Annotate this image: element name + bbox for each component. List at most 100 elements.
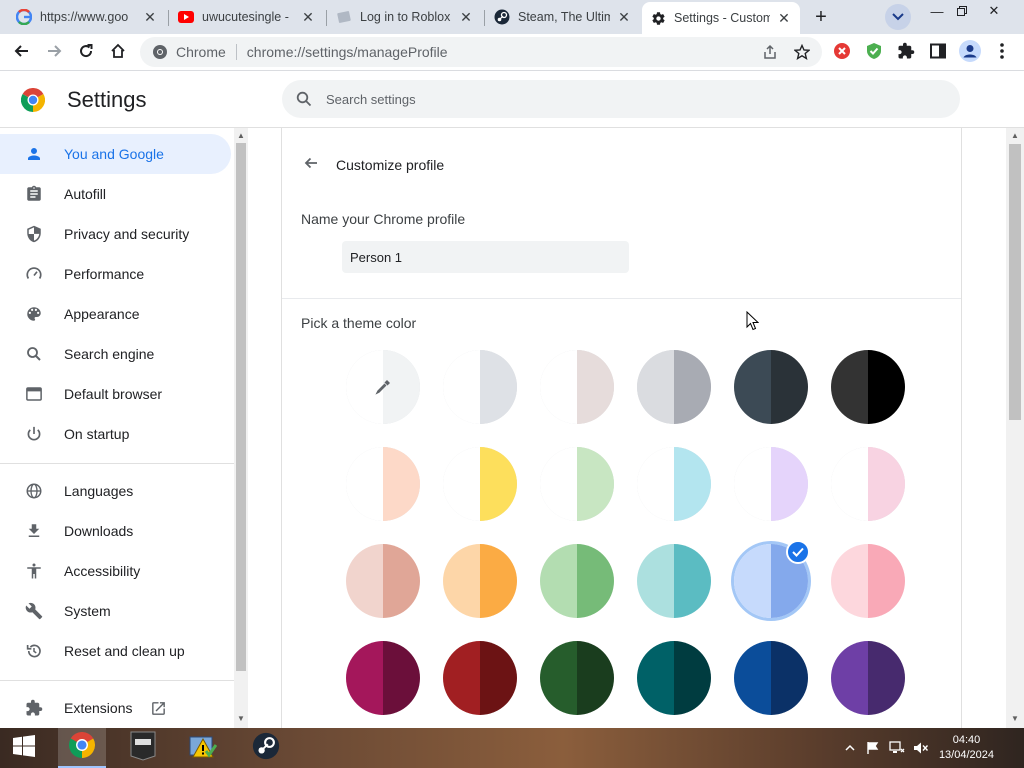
taskbar-steam[interactable]: [242, 728, 290, 768]
swatch-left-half: [831, 350, 868, 424]
steam-icon: [252, 732, 280, 765]
theme-color-swatch[interactable]: [637, 641, 711, 715]
sidebar-item-system[interactable]: System: [0, 591, 231, 631]
sidebar-item-performance[interactable]: Performance: [0, 254, 231, 294]
sidebar-item-label: You and Google: [64, 146, 164, 162]
sidebar-item-default-browser[interactable]: Default browser: [0, 374, 231, 414]
close-icon[interactable]: ✕: [776, 10, 792, 26]
back-button[interactable]: [9, 40, 35, 66]
speaker-muted-icon[interactable]: [913, 740, 929, 756]
sidebar-item-label: System: [64, 603, 111, 619]
sidebar-item-privacy-and-security[interactable]: Privacy and security: [0, 214, 231, 254]
profile-name-input[interactable]: [342, 241, 629, 273]
theme-color-swatch[interactable]: [831, 544, 905, 618]
theme-color-swatch[interactable]: [637, 447, 711, 521]
theme-color-swatch[interactable]: [540, 641, 614, 715]
extensions-button[interactable]: [893, 40, 919, 66]
sidebar-item-extensions[interactable]: Extensions: [0, 688, 231, 728]
forward-button[interactable]: [41, 40, 67, 66]
scroll-up-arrow-icon[interactable]: ▲: [1008, 131, 1022, 140]
taskbar-epic-games[interactable]: [119, 728, 167, 768]
network-icon[interactable]: [889, 740, 905, 756]
theme-color-swatch[interactable]: [346, 544, 420, 618]
page-scroll-thumb[interactable]: [1009, 144, 1021, 420]
sidebar-item-accessibility[interactable]: Accessibility: [0, 551, 231, 591]
side-panel-button[interactable]: [925, 40, 951, 66]
restore-button[interactable]: [947, 0, 977, 22]
theme-color-swatch[interactable]: [637, 350, 711, 424]
new-tab-button[interactable]: +: [808, 5, 834, 29]
tab-settings[interactable]: Settings - Custom ✕: [642, 2, 800, 34]
wrench-icon: [24, 601, 44, 621]
scroll-down-arrow-icon[interactable]: ▼: [234, 714, 248, 723]
swatch-left-half: [540, 350, 577, 424]
theme-color-swatch[interactable]: [540, 350, 614, 424]
sidebar-item-languages[interactable]: Languages: [0, 471, 231, 511]
close-window-button[interactable]: ✕: [979, 0, 1009, 22]
kebab-menu-icon: [1000, 42, 1004, 64]
theme-color-swatch[interactable]: [540, 447, 614, 521]
theme-color-swatch[interactable]: [734, 447, 808, 521]
home-button[interactable]: [105, 40, 131, 66]
scroll-down-arrow-icon[interactable]: ▼: [1008, 714, 1022, 723]
bookmark-star-icon[interactable]: [792, 42, 812, 62]
extension-shield-button[interactable]: [861, 40, 887, 66]
sidebar-scroll-thumb[interactable]: [236, 143, 246, 671]
reload-button[interactable]: [73, 40, 99, 66]
sidebar-item-appearance[interactable]: Appearance: [0, 294, 231, 334]
taskbar-chrome[interactable]: [58, 728, 106, 768]
chevron-up-icon[interactable]: [842, 740, 858, 756]
chevron-down-icon: [892, 8, 904, 26]
theme-color-swatch[interactable]: [831, 447, 905, 521]
extension-blocker-button[interactable]: [829, 40, 855, 66]
custom-color-picker-swatch[interactable]: [346, 350, 420, 424]
flag-icon[interactable]: [865, 740, 881, 756]
theme-color-swatch[interactable]: [346, 447, 420, 521]
theme-color-swatch[interactable]: [443, 350, 517, 424]
close-icon[interactable]: ✕: [458, 9, 474, 25]
shield-icon: [24, 224, 44, 244]
search-input[interactable]: [326, 91, 926, 107]
theme-color-swatch[interactable]: [540, 544, 614, 618]
tab-steam[interactable]: Steam, The Ultim ✕: [486, 3, 640, 31]
share-icon[interactable]: [760, 42, 780, 62]
theme-color-swatch[interactable]: [734, 350, 808, 424]
close-icon[interactable]: ✕: [142, 9, 158, 25]
back-arrow-button[interactable]: [296, 150, 326, 180]
theme-color-swatch[interactable]: [831, 350, 905, 424]
sidebar-item-autofill[interactable]: Autofill: [0, 174, 231, 214]
settings-search[interactable]: [282, 80, 960, 118]
system-clock[interactable]: 04:40 13/04/2024: [939, 733, 994, 763]
address-bar[interactable]: Chrome chrome://settings/manageProfile: [140, 37, 822, 67]
close-icon[interactable]: ✕: [300, 9, 316, 25]
theme-color-swatch[interactable]: [734, 641, 808, 715]
tab-google[interactable]: https://www.goo ✕: [8, 3, 166, 31]
theme-color-swatch[interactable]: [443, 641, 517, 715]
clock-date: 13/04/2024: [938, 749, 994, 761]
sidebar-item-reset-and-clean-up[interactable]: Reset and clean up: [0, 631, 231, 671]
sidebar-item-search-engine[interactable]: Search engine: [0, 334, 231, 374]
tab-roblox[interactable]: Log in to Roblox ✕: [328, 3, 482, 31]
theme-color-swatch[interactable]: [831, 641, 905, 715]
swatch-right-half: [577, 350, 614, 424]
sidebar-item-downloads[interactable]: Downloads: [0, 511, 231, 551]
theme-color-swatch[interactable]: [346, 641, 420, 715]
theme-color-swatch[interactable]: [637, 544, 711, 618]
menu-button[interactable]: [989, 40, 1015, 66]
swatch-right-half: [383, 641, 420, 715]
settings-header: Settings: [0, 71, 1024, 128]
tab-search-button[interactable]: [885, 4, 911, 30]
tab-strip: https://www.goo ✕ uwucutesingle - ✕ Log …: [0, 0, 1024, 34]
taskbar-app-warning[interactable]: [179, 728, 227, 768]
sidebar-item-label: Downloads: [64, 523, 134, 539]
sidebar-item-label: Languages: [64, 483, 134, 499]
profile-button[interactable]: [957, 39, 983, 66]
start-button[interactable]: [0, 728, 48, 768]
sidebar-item-on-startup[interactable]: On startup: [0, 414, 231, 454]
sidebar-item-you-and-google[interactable]: You and Google: [0, 134, 231, 174]
close-icon[interactable]: ✕: [616, 9, 632, 25]
scroll-up-arrow-icon[interactable]: ▲: [234, 131, 248, 140]
theme-color-swatch[interactable]: [443, 447, 517, 521]
tab-youtube[interactable]: uwucutesingle - ✕: [170, 3, 324, 31]
theme-color-swatch[interactable]: [443, 544, 517, 618]
